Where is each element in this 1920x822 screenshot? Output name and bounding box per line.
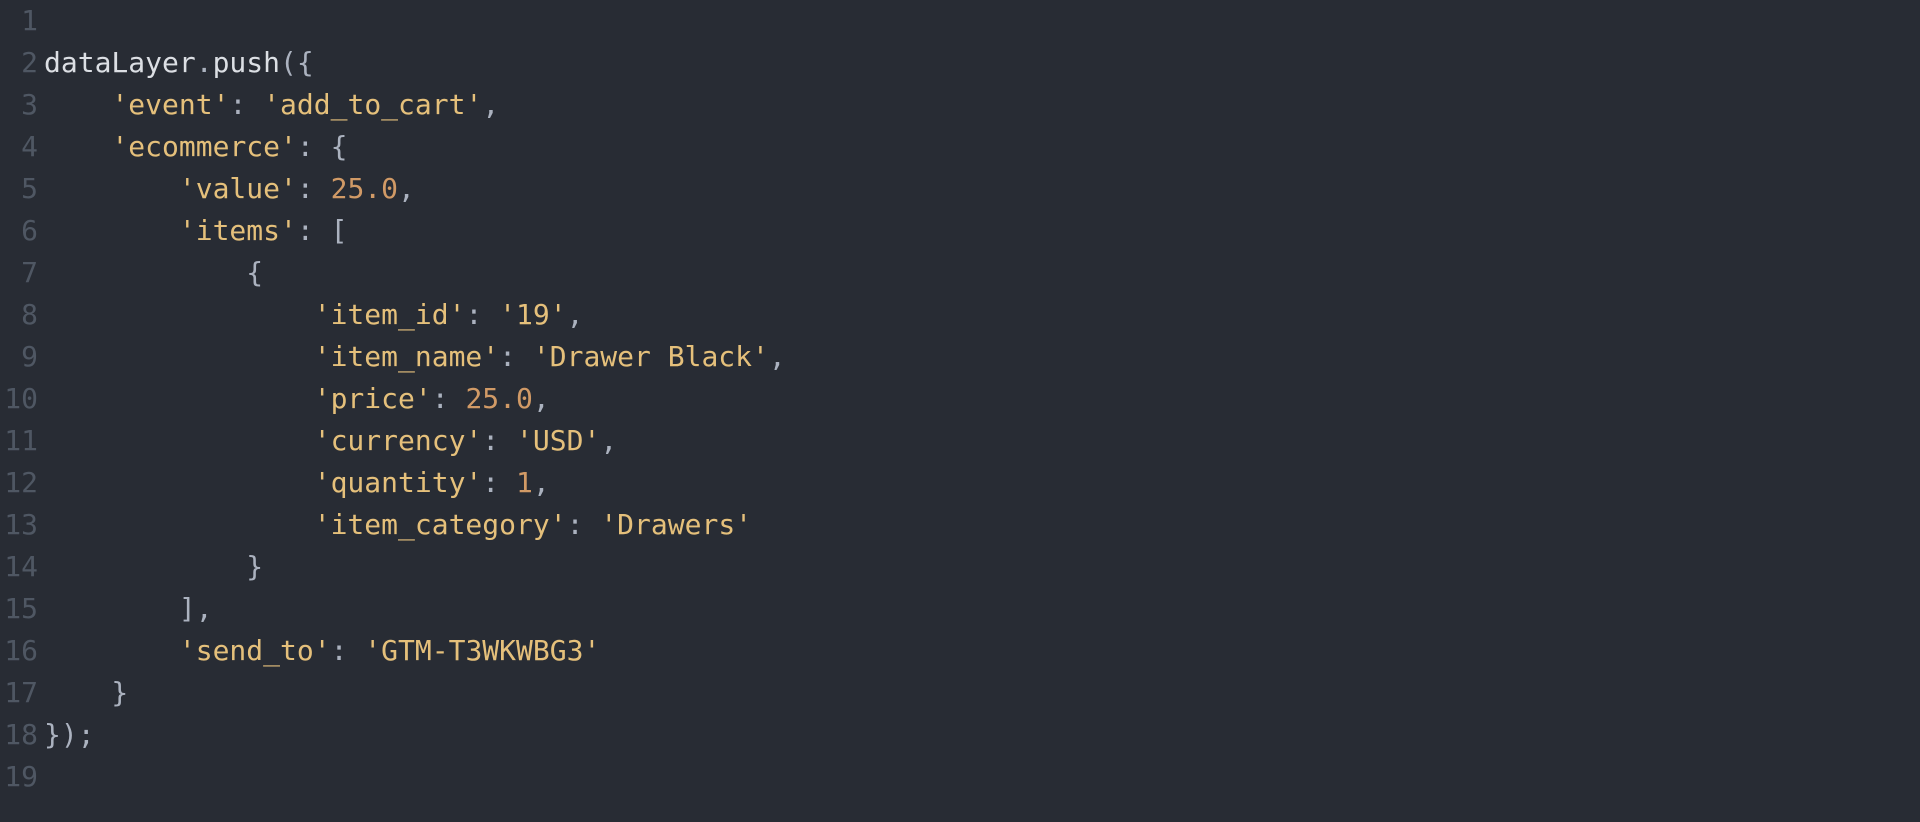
code-token: 'value' [179,172,297,205]
code-token: 'item_name' [314,340,499,373]
code-token: : [297,172,331,205]
line-number: 7 [0,252,38,294]
line-number: 4 [0,126,38,168]
line-number: 18 [0,714,38,756]
code-line[interactable]: 'item_id': '19', [44,294,1920,336]
code-token: 25.0 [465,382,532,415]
code-token [44,382,314,415]
line-number: 10 [0,378,38,420]
code-token: : [ [297,214,348,247]
code-token: : { [297,130,348,163]
code-token: 'Drawer Black' [533,340,769,373]
code-area[interactable]: dataLayer.push({ 'event': 'add_to_cart',… [42,0,1920,822]
line-number: 11 [0,420,38,462]
code-token [44,634,179,667]
code-token: 'item_category' [314,508,567,541]
line-number: 12 [0,462,38,504]
code-line[interactable] [44,0,1920,42]
code-token: : [482,466,516,499]
code-token [44,340,314,373]
code-token: '19' [499,298,566,331]
code-line[interactable]: 'value': 25.0, [44,168,1920,210]
code-token: . [196,46,213,79]
line-number: 19 [0,756,38,798]
code-line[interactable]: ], [44,588,1920,630]
line-number: 8 [0,294,38,336]
code-token: 'USD' [516,424,600,457]
code-token: 'send_to' [179,634,331,667]
code-token: : [482,424,516,457]
code-token: } [44,550,263,583]
code-token [44,88,111,121]
code-token: , [600,424,617,457]
code-line[interactable]: 'price': 25.0, [44,378,1920,420]
code-token: 'ecommerce' [111,130,296,163]
code-token: ({ [280,46,314,79]
code-token: , [567,298,584,331]
code-token: 'quantity' [314,466,483,499]
code-line[interactable]: } [44,546,1920,588]
code-token: , [533,382,550,415]
code-line[interactable]: { [44,252,1920,294]
code-token: ], [44,592,213,625]
line-number: 14 [0,546,38,588]
code-token: { [44,256,263,289]
code-line[interactable]: 'items': [ [44,210,1920,252]
line-number: 3 [0,84,38,126]
code-editor[interactable]: 12345678910111213141516171819 dataLayer.… [0,0,1920,822]
line-number: 6 [0,210,38,252]
line-number: 1 [0,0,38,42]
code-token: : [331,634,365,667]
code-token: 'currency' [314,424,483,457]
line-number: 5 [0,168,38,210]
code-line[interactable]: 'event': 'add_to_cart', [44,84,1920,126]
code-token: }); [44,718,95,751]
code-token [44,130,111,163]
code-line[interactable]: 'ecommerce': { [44,126,1920,168]
code-token: 25.0 [331,172,398,205]
code-line[interactable]: 'item_name': 'Drawer Black', [44,336,1920,378]
code-token: : [432,382,466,415]
code-token: 'event' [111,88,229,121]
line-number: 16 [0,630,38,672]
code-token: 'item_id' [314,298,466,331]
line-number-gutter: 12345678910111213141516171819 [0,0,42,822]
code-token: } [44,676,128,709]
code-token: 'add_to_cart' [263,88,482,121]
line-number: 2 [0,42,38,84]
code-line[interactable]: }); [44,714,1920,756]
code-token: dataLayer [44,46,196,79]
code-line[interactable]: 'quantity': 1, [44,462,1920,504]
code-line[interactable]: 'currency': 'USD', [44,420,1920,462]
code-token: : [465,298,499,331]
code-line[interactable]: 'item_category': 'Drawers' [44,504,1920,546]
code-line[interactable]: 'send_to': 'GTM-T3WKWBG3' [44,630,1920,672]
code-token [44,298,314,331]
code-token: : [499,340,533,373]
line-number: 13 [0,504,38,546]
code-token: 'Drawers' [600,508,752,541]
code-token [44,172,179,205]
code-token: 'GTM-T3WKWBG3' [364,634,600,667]
code-token: 'items' [179,214,297,247]
code-token: , [533,466,550,499]
code-token: : [229,88,263,121]
line-number: 9 [0,336,38,378]
code-token: push [213,46,280,79]
code-token: , [769,340,786,373]
code-token [44,466,314,499]
code-token: 'price' [314,382,432,415]
code-token: , [482,88,499,121]
code-token [44,214,179,247]
code-line[interactable]: } [44,672,1920,714]
code-line[interactable] [44,756,1920,798]
line-number: 15 [0,588,38,630]
line-number: 17 [0,672,38,714]
code-token: : [567,508,601,541]
code-token: 1 [516,466,533,499]
code-token [44,424,314,457]
code-token [44,508,314,541]
code-line[interactable]: dataLayer.push({ [44,42,1920,84]
code-token: , [398,172,415,205]
